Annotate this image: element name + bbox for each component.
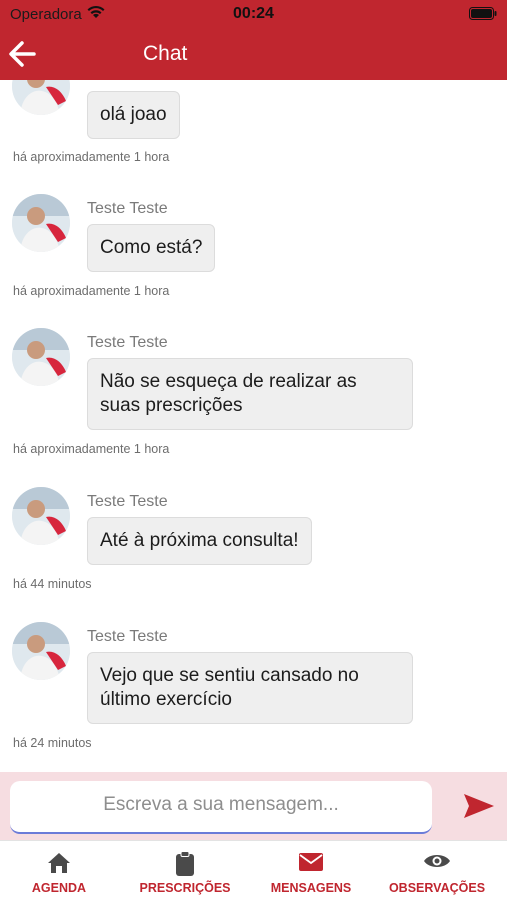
sender-name: Teste Teste xyxy=(87,628,168,645)
avatar xyxy=(12,622,70,680)
message-bubble: olá joao xyxy=(87,91,180,139)
sender-name: Teste Teste xyxy=(87,334,168,351)
tab-label: OBSERVAÇÕES xyxy=(388,881,486,895)
status-bar: Operadora 00:24 xyxy=(0,0,507,28)
avatar xyxy=(12,80,70,115)
message-time: há 44 minutos xyxy=(13,577,92,591)
tab-bar: AGENDA PRESCRIÇÕES MENSAGENS OBSERVAÇÕES xyxy=(0,840,507,901)
send-icon[interactable] xyxy=(462,792,496,820)
message-time: há aproximadamente 1 hora xyxy=(13,150,170,164)
avatar xyxy=(12,328,70,386)
message-time: há 24 minutos xyxy=(13,736,92,750)
clock: 00:24 xyxy=(233,5,274,22)
sender-name: Teste Teste xyxy=(87,200,168,217)
nav-bar: Chat xyxy=(0,28,507,80)
message-composer: Escreva a sua mensagem... xyxy=(0,772,507,840)
tab-label: MENSAGENS xyxy=(270,881,352,895)
message-bubble: Não se esqueça de realizar as suas presc… xyxy=(87,358,413,430)
avatar xyxy=(12,487,70,545)
eye-icon xyxy=(374,851,500,877)
envelope-icon xyxy=(248,851,374,877)
sender-name: Teste Teste xyxy=(87,493,168,510)
message-bubble: Como está? xyxy=(87,224,216,272)
battery-icon xyxy=(469,7,497,25)
tab-mensagens[interactable]: MENSAGENS xyxy=(248,841,374,901)
tab-prescricoes[interactable]: PRESCRIÇÕES xyxy=(122,841,248,901)
tab-observacoes[interactable]: OBSERVAÇÕES xyxy=(374,841,500,901)
clipboard-icon xyxy=(122,851,248,877)
message-input[interactable]: Escreva a sua mensagem... xyxy=(10,781,432,834)
message-bubble: Vejo que se sentiu cansado no último exe… xyxy=(87,652,413,724)
message-list[interactable]: olá joao há aproximadamente 1 hora Teste… xyxy=(0,80,507,772)
message-bubble: Até à próxima consulta! xyxy=(87,517,312,565)
message-time: há aproximadamente 1 hora xyxy=(13,284,170,298)
tab-agenda[interactable]: AGENDA xyxy=(0,841,122,901)
message-time: há aproximadamente 1 hora xyxy=(13,442,170,456)
arrow-left-icon[interactable] xyxy=(6,38,40,70)
page-title: Chat xyxy=(143,42,188,65)
tab-label: AGENDA xyxy=(31,881,87,895)
tab-label: PRESCRIÇÕES xyxy=(139,881,231,895)
home-icon xyxy=(0,851,122,877)
avatar xyxy=(12,194,70,252)
